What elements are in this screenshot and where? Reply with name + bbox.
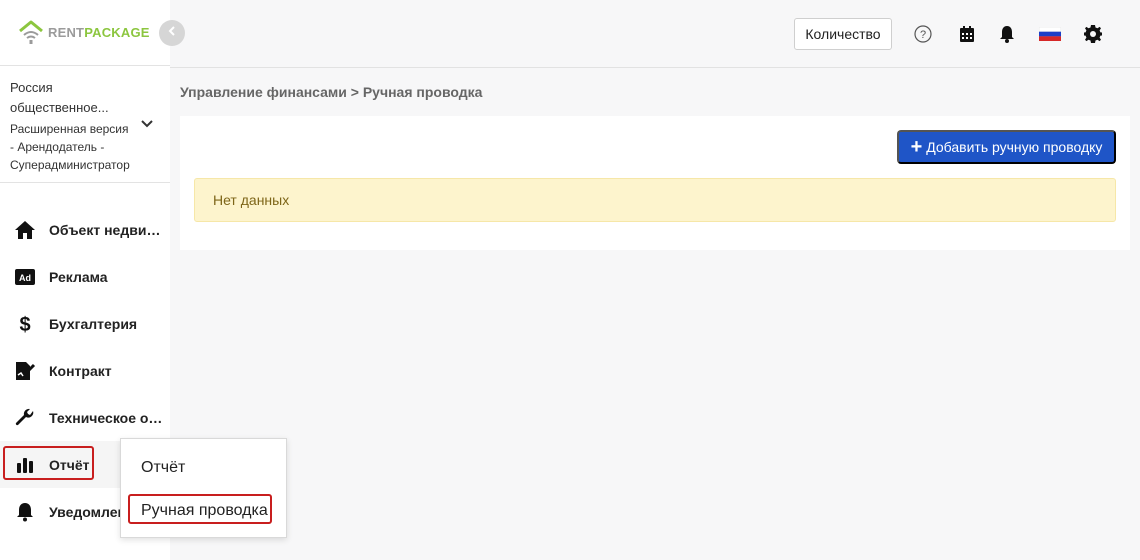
logo-wifi-icon (16, 18, 46, 46)
sidebar-item-label: Бухгалтерия (49, 315, 138, 332)
sidebar-item-label: Контракт (49, 362, 112, 379)
calendar-icon[interactable] (957, 24, 977, 44)
account-name: Россия общественное... (10, 80, 109, 115)
report-highlight-box (3, 446, 94, 480)
sidebar-item-label: Техническое обслуживание (49, 409, 167, 426)
gear-icon[interactable] (1083, 24, 1103, 44)
chevron-down-icon[interactable] (139, 116, 155, 137)
logo-rent: RENT (48, 24, 85, 40)
add-manual-entry-button[interactable]: + Добавить ручную проводку (897, 130, 1116, 164)
ad-icon: Ad (14, 266, 36, 288)
top-bar: Количество ? (170, 0, 1140, 68)
dollar-icon: $ (14, 313, 36, 335)
help-icon[interactable]: ? (913, 24, 933, 44)
sidebar-item-label: Реклама (49, 268, 108, 285)
submenu-item-manual-entry[interactable]: Ручная проводка (141, 502, 268, 520)
svg-text:Ad: Ad (19, 273, 31, 283)
sidebar-item-label: Объект недвижимости (49, 221, 167, 238)
wrench-icon (14, 407, 36, 429)
home-icon (14, 219, 36, 241)
svg-text:$: $ (19, 314, 30, 335)
russia-flag-icon[interactable] (1039, 24, 1061, 44)
content-card: + Добавить ручную проводку Нет данных (180, 116, 1130, 250)
notifications-bell-icon[interactable] (997, 24, 1017, 44)
account-switcher[interactable]: Россия общественное... Расширенная верси… (0, 66, 170, 183)
empty-state-alert: Нет данных (194, 178, 1116, 222)
quantity-button[interactable]: Количество (794, 18, 892, 50)
logo[interactable]: RENTPACKAGE (16, 18, 150, 46)
add-button-label: Добавить ручную проводку (926, 139, 1103, 155)
sidebar-item-contract[interactable]: Контракт (0, 347, 170, 394)
account-description: Расширенная версия - Арендодатель - Супе… (10, 122, 130, 172)
sidebar-item-ads[interactable]: Ad Реклама (0, 253, 170, 300)
logo-row: RENTPACKAGE (0, 0, 170, 66)
submenu-item-report[interactable]: Отчёт (141, 459, 185, 477)
plus-icon: + (910, 136, 923, 158)
logo-package: PACKAGE (84, 24, 150, 40)
sidebar-item-property[interactable]: Объект недвижимости (0, 206, 170, 253)
report-submenu: Отчёт Ручная проводка (120, 438, 287, 538)
sidebar-item-maintenance[interactable]: Техническое обслуживание (0, 394, 170, 441)
svg-text:?: ? (920, 29, 926, 41)
breadcrumb: Управление финансами > Ручная проводка (180, 84, 483, 100)
collapse-sidebar-button[interactable] (159, 20, 185, 46)
sidebar-item-accounting[interactable]: $ Бухгалтерия (0, 300, 170, 347)
bell-icon (14, 501, 36, 523)
contract-icon (14, 360, 36, 382)
chevron-left-icon (166, 24, 178, 42)
logo-text: RENTPACKAGE (48, 25, 150, 40)
